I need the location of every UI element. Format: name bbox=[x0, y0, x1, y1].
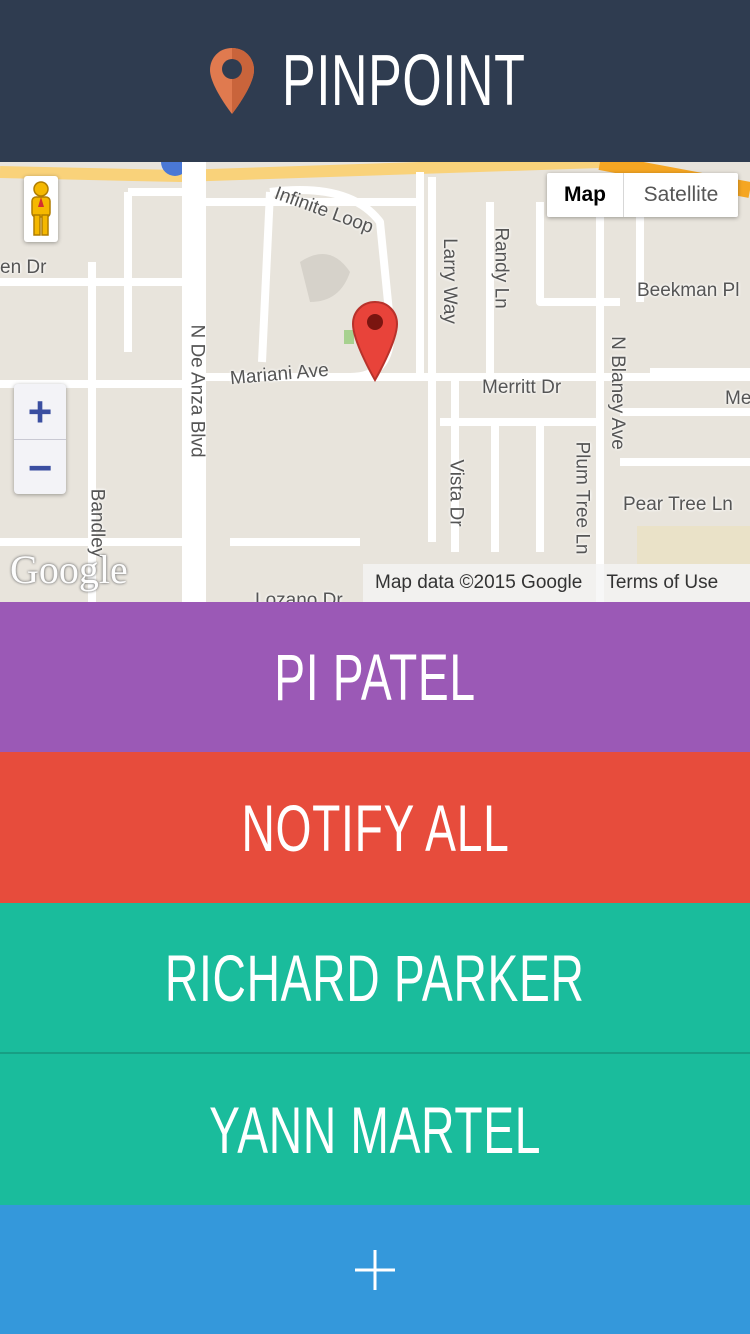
app-header: PINPOINT bbox=[0, 0, 750, 162]
map-pin-icon bbox=[210, 48, 254, 114]
street-label: Lozano Dr bbox=[255, 590, 343, 602]
street-label: N Blaney Ave bbox=[606, 336, 628, 450]
street-label: Randy Ln bbox=[490, 227, 512, 309]
pegman-icon bbox=[31, 181, 51, 236]
notify-all-button[interactable]: NOTIFY ALL bbox=[0, 752, 750, 903]
street-label: en Dr bbox=[0, 257, 47, 278]
street-label: N De Anza Blvd bbox=[186, 324, 208, 458]
street-label: Larry Way bbox=[438, 238, 460, 324]
map-type-control: Map Satellite bbox=[547, 173, 738, 217]
zoom-out-button[interactable]: − bbox=[14, 440, 66, 494]
map-view[interactable]: Infinite Loop Larry Way Randy Ln Beekman… bbox=[0, 162, 750, 602]
google-logo: Google bbox=[10, 547, 128, 592]
zoom-in-button[interactable]: + bbox=[14, 384, 66, 440]
street-label: Pear Tree Ln bbox=[623, 494, 733, 515]
terms-of-use-link[interactable]: Terms of Use bbox=[606, 572, 718, 594]
map-data-attribution: Map data ©2015 Google bbox=[375, 572, 583, 593]
contact-button-richard-parker[interactable]: RICHARD PARKER bbox=[0, 903, 750, 1054]
contact-label: YANN MARTEL bbox=[208, 1092, 542, 1167]
plus-icon bbox=[355, 1249, 395, 1290]
map-type-satellite-button[interactable]: Satellite bbox=[624, 173, 738, 217]
notify-all-label: NOTIFY ALL bbox=[240, 790, 510, 865]
app-title: PINPOINT bbox=[282, 41, 526, 121]
contact-label: RICHARD PARKER bbox=[165, 940, 585, 1015]
add-contact-button[interactable] bbox=[0, 1205, 750, 1334]
map-roads bbox=[0, 162, 750, 602]
contact-button-yann-martel[interactable]: YANN MARTEL bbox=[0, 1054, 750, 1205]
street-label: Beekman Pl bbox=[637, 280, 740, 301]
street-label: Me bbox=[725, 388, 750, 409]
zoom-control: + − bbox=[14, 384, 66, 494]
street-label: Merritt Dr bbox=[482, 377, 562, 398]
street-view-pegman-button[interactable] bbox=[24, 176, 58, 242]
street-label: Plum Tree Ln bbox=[571, 441, 593, 555]
contact-label: PI PATEL bbox=[274, 640, 476, 714]
location-marker-icon[interactable] bbox=[351, 300, 399, 382]
map-type-map-button[interactable]: Map bbox=[547, 173, 624, 217]
street-label: Vista Dr bbox=[445, 459, 467, 527]
map-attribution-bar: Map data ©2015 Google Terms of Use bbox=[363, 564, 750, 602]
contact-button-pi-patel[interactable]: PI PATEL bbox=[0, 602, 750, 752]
